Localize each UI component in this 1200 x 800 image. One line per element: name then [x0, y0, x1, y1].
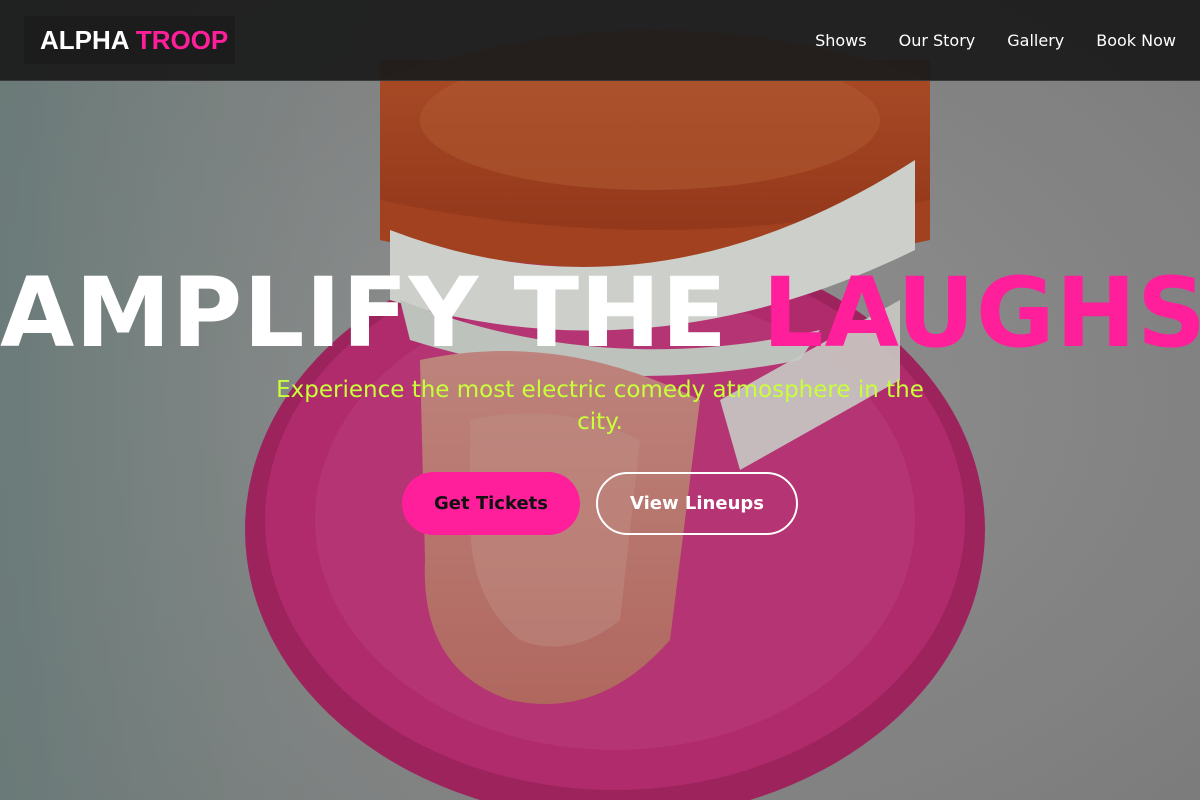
top-navbar: ALPHA TROOP Shows Our Story Gallery Book… — [0, 0, 1200, 81]
view-lineups-button[interactable]: View Lineups — [596, 472, 798, 535]
nav-link-shows[interactable]: Shows — [815, 31, 867, 50]
nav-links: Shows Our Story Gallery Book Now — [815, 0, 1176, 80]
hero-buttons: Get Tickets View Lineups — [0, 472, 1200, 535]
headline-main: AMPLIFY THE — [0, 257, 728, 369]
nav-link-book-now[interactable]: Book Now — [1096, 31, 1176, 50]
logo-word-troop: TROOP — [135, 25, 229, 55]
nav-link-our-story[interactable]: Our Story — [899, 31, 976, 50]
logo-word-alpha: ALPHA — [40, 25, 129, 55]
hero-headline: AMPLIFY THE LAUGHS — [0, 258, 1200, 368]
site-logo[interactable]: ALPHA TROOP — [24, 16, 235, 64]
get-tickets-button[interactable]: Get Tickets — [402, 472, 580, 535]
hero-subtitle: Experience the most electric comedy atmo… — [276, 377, 924, 435]
headline-accent: LAUGHS — [762, 257, 1200, 369]
nav-link-gallery[interactable]: Gallery — [1007, 31, 1064, 50]
